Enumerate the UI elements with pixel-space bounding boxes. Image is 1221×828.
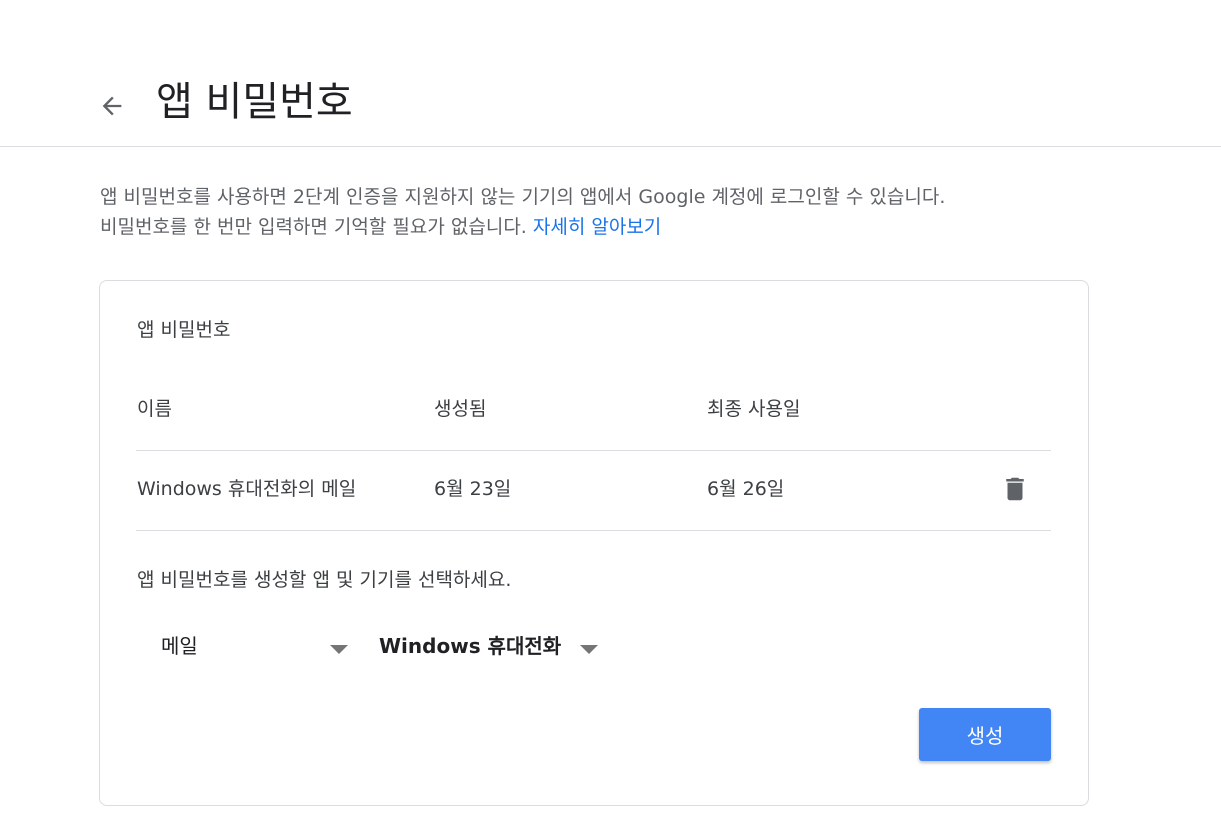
row-created-date: 6월 23일 [434,478,512,500]
dropdown-arrow-icon [580,645,598,654]
app-passwords-card: 앱 비밀번호 이름 생성됨 최종 사용일 Windows 휴대전화의 메일 6월… [99,280,1089,806]
generate-button[interactable]: 생성 [919,708,1051,761]
table-divider-top [136,450,1051,451]
trash-icon [1006,477,1024,501]
learn-more-link[interactable]: 자세히 알아보기 [533,216,661,238]
device-select-dropdown[interactable]: Windows 휴대전화 [379,626,601,666]
dropdown-arrow-icon [330,645,348,654]
intro-line-2: 비밀번호를 한 번만 입력하면 기억할 필요가 없습니다. 자세히 알아보기 [100,212,1110,242]
page-title: 앱 비밀번호 [156,79,353,125]
column-header-created: 생성됨 [434,398,487,420]
arrow-back-icon [102,96,122,116]
table-divider-bottom [136,530,1051,531]
intro-line-1: 앱 비밀번호를 사용하면 2단계 인증을 지원하지 않는 기기의 앱에서 Goo… [100,186,946,208]
row-app-name: Windows 휴대전화의 메일 [137,478,357,500]
intro-text: 앱 비밀번호를 사용하면 2단계 인증을 지원하지 않는 기기의 앱에서 Goo… [100,182,1110,242]
column-header-name: 이름 [137,398,172,420]
device-select-value: Windows 휴대전화 [379,634,562,658]
column-header-last-used: 최종 사용일 [707,398,801,420]
app-select-dropdown[interactable]: 메일 [161,626,351,666]
app-select-value: 메일 [161,634,198,658]
select-instruction: 앱 비밀번호를 생성할 앱 및 기기를 선택하세요. [137,569,512,591]
page: 앱 비밀번호 앱 비밀번호를 사용하면 2단계 인증을 지원하지 않는 기기의 … [0,0,1221,828]
row-last-used-date: 6월 26일 [707,478,785,500]
back-button[interactable] [92,84,132,128]
intro-line-2-text: 비밀번호를 한 번만 입력하면 기억할 필요가 없습니다. [100,216,527,238]
header: 앱 비밀번호 [0,0,1221,147]
card-title: 앱 비밀번호 [137,319,231,341]
delete-button[interactable] [999,473,1031,505]
